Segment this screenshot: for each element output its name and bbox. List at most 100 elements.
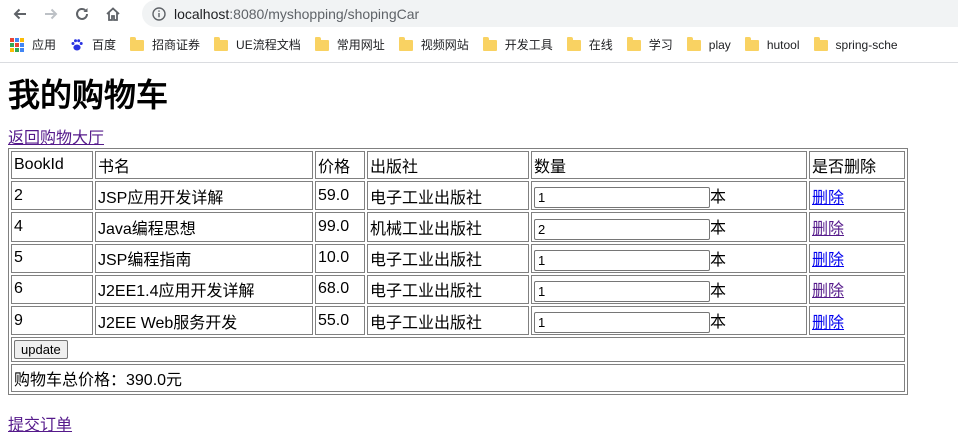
cell-bookid: 5 <box>11 243 93 273</box>
bookmark-label: 应用 <box>32 38 57 52</box>
address-bar[interactable]: localhost:8080/myshopping/shopingCar <box>142 0 958 27</box>
bookmark-label: spring-sche <box>835 37 898 52</box>
folder-icon <box>314 37 329 51</box>
cell-price: 68.0 <box>315 274 365 305</box>
quantity-input[interactable] <box>534 218 710 240</box>
cell-quantity: 本 <box>531 306 807 336</box>
cell-delete: 删除 <box>809 212 905 242</box>
header-name: 书名 <box>95 151 313 179</box>
cell-price: 10.0 <box>315 243 365 273</box>
folder-icon <box>626 37 641 51</box>
url-host: localhost <box>174 5 230 22</box>
cell-delete: 删除 <box>809 306 905 336</box>
delete-link[interactable]: 删除 <box>812 283 844 300</box>
bookmark-baidu[interactable]: 百度 <box>65 31 125 59</box>
update-button[interactable]: update <box>14 340 68 360</box>
quantity-input[interactable] <box>534 187 710 209</box>
table-row: 9 J2EE Web服务开发 55.0 电子工业出版社 本 删除 <box>11 306 905 336</box>
table-row: 2 JSP应用开发详解 59.0 电子工业出版社 本 删除 <box>11 181 905 211</box>
cell-name: JSP编程指南 <box>95 243 313 273</box>
bookmark-folder[interactable]: play <box>682 31 740 59</box>
baidu-paw-icon <box>70 38 84 52</box>
delete-link[interactable]: 删除 <box>812 315 844 332</box>
browser-toolbar: localhost:8080/myshopping/shopingCar <box>0 0 958 27</box>
forward-arrow-icon[interactable] <box>40 3 62 25</box>
bookmark-label: 学习 <box>648 38 673 52</box>
delete-link[interactable]: 删除 <box>812 252 844 269</box>
cell-delete: 删除 <box>809 243 905 273</box>
header-quantity: 数量 <box>531 151 807 179</box>
bookmark-folder[interactable]: hutool <box>740 31 809 59</box>
cell-bookid: 9 <box>11 306 93 336</box>
cell-name: Java编程思想 <box>95 212 313 242</box>
bookmark-folder[interactable]: 招商证券 <box>125 31 209 59</box>
bookmark-label: play <box>708 37 731 52</box>
cell-publisher: 电子工业出版社 <box>367 181 529 211</box>
bookmark-label: 招商证券 <box>152 38 201 52</box>
bookmark-folder[interactable]: 学习 <box>622 31 682 59</box>
update-cell: update <box>11 337 905 363</box>
unit-label: 本 <box>710 189 727 206</box>
bookmark-folder[interactable]: UE流程文档 <box>209 31 310 59</box>
total-row: 购物车总价格：390.0元 <box>11 364 905 393</box>
quantity-input[interactable] <box>534 281 710 303</box>
cell-bookid: 6 <box>11 274 93 305</box>
quantity-input[interactable] <box>534 249 710 271</box>
folder-icon <box>214 37 229 51</box>
cell-name: J2EE1.4应用开发详解 <box>95 274 313 305</box>
bookmark-folder[interactable]: 开发工具 <box>478 31 562 59</box>
unit-label: 本 <box>710 314 727 332</box>
cell-price: 55.0 <box>315 306 365 336</box>
total-price: 购物车总价格：390.0元 <box>11 364 905 393</box>
home-icon[interactable] <box>102 3 124 25</box>
folder-icon <box>398 37 413 51</box>
bookmark-folder[interactable]: spring-sche <box>809 31 907 59</box>
cell-name: J2EE Web服务开发 <box>95 306 313 336</box>
delete-link[interactable]: 删除 <box>812 221 844 238</box>
cell-delete: 删除 <box>809 274 905 305</box>
table-row: 6 J2EE1.4应用开发详解 68.0 电子工业出版社 本 删除 <box>11 274 905 305</box>
bookmark-label: UE流程文档 <box>236 38 301 52</box>
quantity-input[interactable] <box>534 312 710 334</box>
cart-table: BookId 书名 价格 出版社 数量 是否删除 2 JSP应用开发详解 59.… <box>8 148 908 396</box>
bookmark-label: 常用网址 <box>336 38 385 52</box>
cell-quantity: 本 <box>531 212 807 242</box>
back-to-hall-link[interactable]: 返回购物大厅 <box>8 130 950 148</box>
submit-order-link[interactable]: 提交订单 <box>8 411 950 435</box>
bookmark-label: 视频网站 <box>420 38 469 52</box>
header-delete: 是否删除 <box>809 151 905 179</box>
cell-price: 99.0 <box>315 212 365 242</box>
cell-publisher: 电子工业出版社 <box>367 243 529 273</box>
unit-label: 本 <box>710 220 727 238</box>
bookmark-label: 开发工具 <box>504 38 553 52</box>
apps-icon <box>10 37 24 52</box>
unit-label: 本 <box>710 251 727 269</box>
info-icon[interactable] <box>152 6 166 21</box>
bookmark-apps[interactable]: 应用 <box>0 31 65 59</box>
update-row: update <box>11 337 905 363</box>
cell-quantity: 本 <box>531 243 807 273</box>
reload-icon[interactable] <box>71 3 93 25</box>
back-arrow-icon[interactable] <box>9 3 31 25</box>
delete-link[interactable]: 删除 <box>812 190 844 207</box>
header-price: 价格 <box>315 151 365 179</box>
bookmark-label: 在线 <box>588 38 613 52</box>
table-header-row: BookId 书名 价格 出版社 数量 是否删除 <box>11 151 905 179</box>
bookmark-folder[interactable]: 视频网站 <box>394 31 478 59</box>
cell-name: JSP应用开发详解 <box>95 181 313 211</box>
cell-publisher: 电子工业出版社 <box>367 306 529 336</box>
cell-bookid: 4 <box>11 212 93 242</box>
folder-icon <box>744 37 759 51</box>
cell-quantity: 本 <box>531 274 807 305</box>
header-publisher: 出版社 <box>367 151 529 179</box>
bookmark-folder[interactable]: 常用网址 <box>310 31 394 59</box>
cell-publisher: 机械工业出版社 <box>367 212 529 242</box>
header-bookid: BookId <box>11 151 93 179</box>
folder-icon <box>813 37 828 51</box>
table-row: 5 JSP编程指南 10.0 电子工业出版社 本 删除 <box>11 243 905 273</box>
url-path: :8080/myshopping/shopingCar <box>229 5 420 22</box>
folder-icon <box>130 37 145 51</box>
bookmark-folder[interactable]: 在线 <box>562 31 622 59</box>
page-content: 我的购物车 返回购物大厅 BookId 书名 价格 出版社 数量 是否删除 2 … <box>0 76 958 435</box>
unit-label: 本 <box>710 282 727 300</box>
